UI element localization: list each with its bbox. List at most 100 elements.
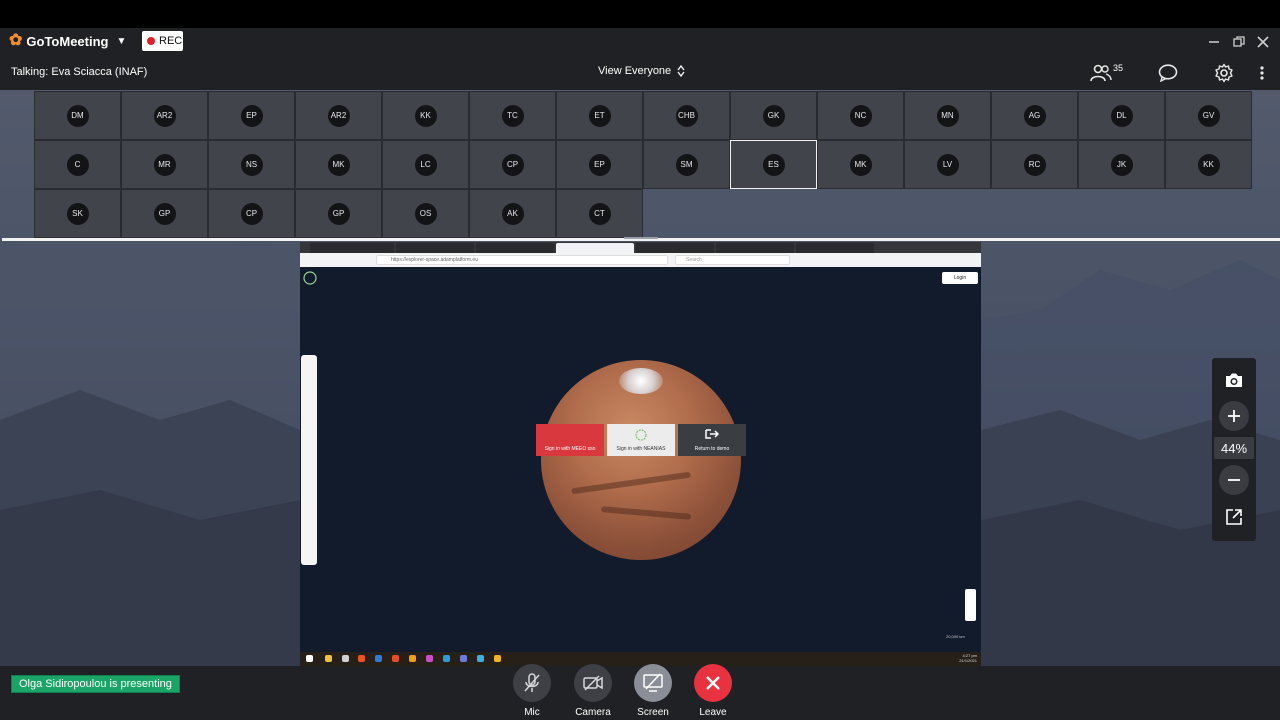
participant-tile[interactable]: RC (991, 140, 1078, 189)
gear-icon (1215, 63, 1233, 83)
participant-tile[interactable]: LC (382, 140, 469, 189)
title-bar: ✿ GoToMeeting ▼ REC (0, 28, 1280, 56)
participant-avatar: GP (327, 202, 350, 225)
participant-tile[interactable]: NC (817, 91, 904, 140)
surface-feature (600, 506, 692, 520)
zoom-in-button[interactable] (1219, 401, 1249, 431)
surface-feature (571, 471, 691, 495)
close-window-button[interactable] (1252, 32, 1274, 52)
participant-tile[interactable]: AR2 (295, 91, 382, 140)
screen-control[interactable]: Screen (633, 664, 673, 718)
polar-cap (619, 368, 663, 394)
pop-out-button[interactable] (1219, 502, 1249, 532)
participant-tile[interactable]: LV (904, 140, 991, 189)
participant-tile[interactable]: DM (34, 91, 121, 140)
app-icon (494, 655, 501, 662)
participant-tile[interactable]: MN (904, 91, 991, 140)
participant-tile[interactable]: EP (208, 91, 295, 140)
mic-control[interactable]: Mic (512, 664, 552, 718)
mic-button[interactable] (513, 664, 551, 702)
participant-tile[interactable]: MK (817, 140, 904, 189)
side-panel (301, 355, 317, 565)
participant-avatar: CP (501, 153, 524, 176)
external-link-icon (1226, 509, 1242, 525)
minimize-button[interactable] (1203, 32, 1225, 52)
participant-tile[interactable]: GK (730, 91, 817, 140)
restore-icon (1233, 36, 1245, 47)
close-icon (1257, 36, 1269, 48)
participant-tile[interactable]: CP (469, 140, 556, 189)
participant-avatar: EP (588, 153, 611, 176)
participant-tile[interactable]: C (34, 140, 121, 189)
participant-avatar: C (66, 153, 89, 176)
camera-button[interactable] (574, 664, 612, 702)
participant-tile[interactable]: KK (1165, 140, 1252, 189)
participant-tile[interactable]: AK (469, 189, 556, 238)
participant-tile[interactable]: SK (34, 189, 121, 238)
record-dot-icon (147, 37, 155, 45)
participant-avatar: GK (762, 104, 785, 127)
screen-button[interactable] (634, 664, 672, 702)
recording-badge[interactable]: REC (142, 31, 183, 51)
folder-icon (325, 655, 332, 662)
participant-tile[interactable]: GP (121, 189, 208, 238)
participant-tile[interactable]: MR (121, 140, 208, 189)
zoom-out-button[interactable] (1219, 465, 1249, 495)
participant-tile[interactable]: AG (991, 91, 1078, 140)
participant-tile[interactable]: DL (1078, 91, 1165, 140)
participant-avatar: ET (588, 104, 611, 127)
leave-button[interactable] (694, 664, 732, 702)
app-logo-menu[interactable]: ✿ GoToMeeting ▼ (9, 33, 126, 49)
login-button: Login (942, 272, 978, 284)
participant-avatar: MK (849, 153, 872, 176)
participant-avatar: JK (1110, 153, 1133, 176)
view-selector[interactable]: View Everyone (598, 65, 685, 77)
camera-off-icon (583, 675, 603, 691)
camera-snapshot-icon (1226, 373, 1242, 387)
more-options-button[interactable] (1259, 62, 1265, 84)
participant-tile[interactable]: ET (556, 91, 643, 140)
participant-tile[interactable]: TC (469, 91, 556, 140)
participant-tile[interactable]: SM (643, 140, 730, 189)
browser-tab-strip (300, 242, 981, 253)
participant-tile[interactable]: CP (208, 189, 295, 238)
map-zoom-control (965, 589, 976, 621)
sign-in-meeo-button: Sign in with MEEO sso (536, 424, 604, 456)
chat-button[interactable] (1158, 62, 1178, 84)
return-to-demo-label: Return to demo (694, 446, 730, 452)
participant-avatar: KK (414, 104, 437, 127)
camera-control[interactable]: Camera (573, 664, 613, 718)
participant-avatar: NC (849, 104, 872, 127)
firefox-icon (358, 655, 365, 662)
divider-grip[interactable] (624, 237, 658, 239)
settings-button[interactable] (1214, 62, 1234, 84)
participant-tile[interactable]: EP (556, 140, 643, 189)
return-to-demo-button: Return to demo (678, 424, 746, 456)
participants-button[interactable] (1090, 62, 1112, 84)
app-icon (409, 655, 416, 662)
leave-control[interactable]: Leave (693, 664, 733, 718)
participant-tile[interactable]: OS (382, 189, 469, 238)
participant-tile[interactable]: JK (1078, 140, 1165, 189)
participant-avatar: CT (588, 202, 611, 225)
participant-tile[interactable]: NS (208, 140, 295, 189)
participant-tile[interactable]: GV (1165, 91, 1252, 140)
participant-avatar: GV (1197, 104, 1220, 127)
restore-button[interactable] (1228, 32, 1250, 52)
participant-tile[interactable]: CHB (643, 91, 730, 140)
participant-tile[interactable]: KK (382, 91, 469, 140)
participant-tile[interactable]: ES (730, 140, 817, 189)
participant-avatar: MK (327, 153, 350, 176)
participant-tile[interactable]: AR2 (121, 91, 208, 140)
participant-avatar: TC (501, 104, 524, 127)
participant-tile[interactable]: GP (295, 189, 382, 238)
participant-grid: DM AR2 EP AR2 KK TC ET CHB GK NC MN AG DL GV C MR NS MK LC… (34, 91, 1252, 238)
participant-tile[interactable]: CT (556, 189, 643, 238)
screenshot-button[interactable] (1219, 365, 1249, 395)
participant-avatar: SM (675, 153, 698, 176)
participant-tile[interactable]: MK (295, 140, 382, 189)
participant-avatar: ES (762, 153, 785, 176)
view-selector-label: View Everyone (598, 65, 672, 77)
chevron-down-icon: ▼ (116, 35, 127, 47)
screen-share-off-icon (643, 673, 663, 692)
